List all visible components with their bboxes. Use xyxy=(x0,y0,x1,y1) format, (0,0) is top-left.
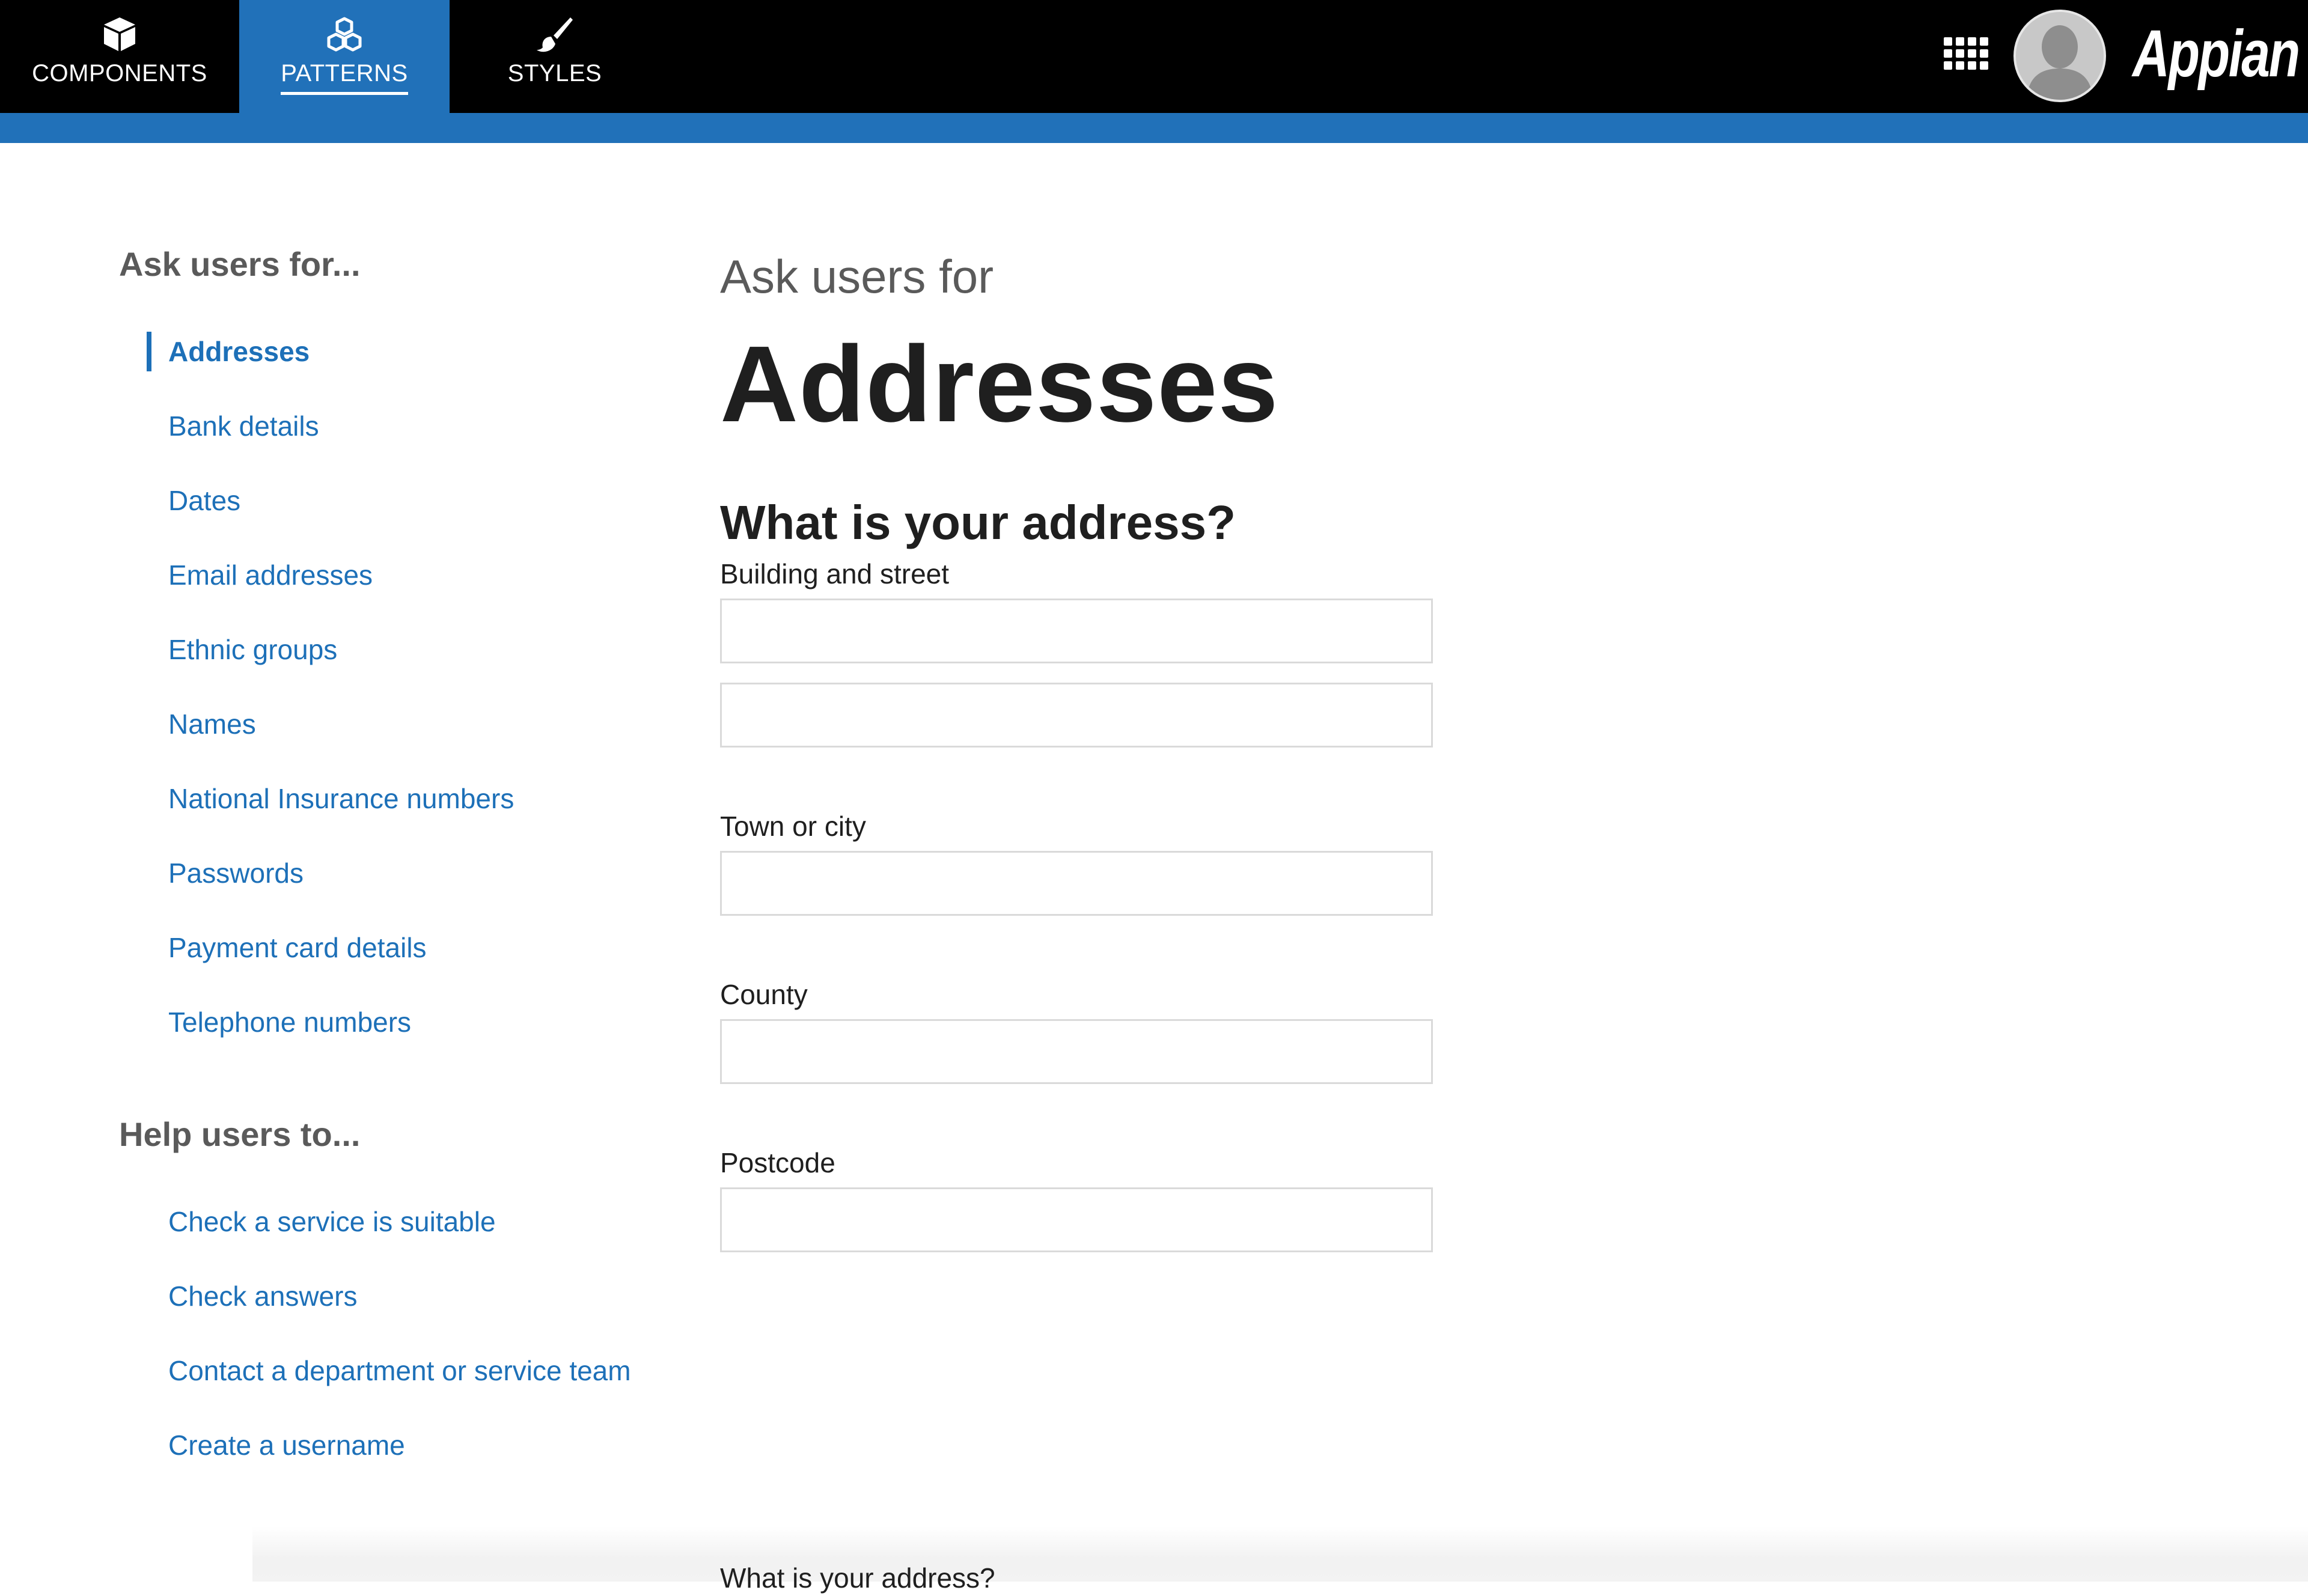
page-caption: Ask users for xyxy=(720,250,994,303)
tab-patterns-label: PATTERNS xyxy=(281,60,408,95)
accent-strip xyxy=(0,113,2308,143)
sidebar-item-national-insurance-numbers[interactable]: National Insurance numbers xyxy=(119,778,672,852)
tab-components[interactable]: COMPONENTS xyxy=(0,0,239,113)
sidebar-item-passwords[interactable]: Passwords xyxy=(119,852,672,927)
sidebar-item-create-username[interactable]: Create a username xyxy=(119,1424,672,1499)
address-question-heading: What is your address? xyxy=(720,496,1236,549)
sidebar-ask-list: Addresses Bank details Dates Email addre… xyxy=(119,330,672,1076)
sidebar-item-ethnic-groups[interactable]: Ethnic groups xyxy=(119,629,672,703)
sidebar-item-contact-department[interactable]: Contact a department or service team xyxy=(119,1350,672,1424)
postcode-input[interactable] xyxy=(720,1187,1433,1252)
sidebar-item-dates[interactable]: Dates xyxy=(119,480,672,554)
town-city-input[interactable] xyxy=(720,851,1433,916)
sidebar-help-list: Check a service is suitable Check answer… xyxy=(119,1201,672,1499)
code-preview-peek-text: What is your address? xyxy=(720,1562,995,1594)
sidebar-item-telephone-numbers[interactable]: Telephone numbers xyxy=(119,1001,672,1076)
cubes-icon xyxy=(323,13,365,55)
sidebar-item-payment-card-details[interactable]: Payment card details xyxy=(119,927,672,1001)
page-title: Addresses xyxy=(720,324,1279,445)
top-navigation-bar: COMPONENTS PATTERNS STYLES Appian xyxy=(0,0,2308,113)
tab-patterns[interactable]: PATTERNS xyxy=(239,0,450,113)
building-street-label: Building and street xyxy=(720,558,950,589)
postcode-label: Postcode xyxy=(720,1147,835,1178)
sidebar-item-check-answers[interactable]: Check answers xyxy=(119,1275,672,1350)
building-street-line1-input[interactable] xyxy=(720,598,1433,663)
tab-styles[interactable]: STYLES xyxy=(450,0,660,113)
sidebar-heading-ask: Ask users for... xyxy=(119,245,361,283)
paintbrush-icon xyxy=(534,13,576,55)
sidebar-item-addresses[interactable]: Addresses xyxy=(119,330,672,405)
county-label: County xyxy=(720,979,808,1010)
main-content: Ask users for Addresses What is your add… xyxy=(720,240,2163,1252)
cube-icon xyxy=(99,13,141,55)
sidebar-heading-help: Help users to... xyxy=(119,1115,361,1153)
building-street-line2-input[interactable] xyxy=(720,683,1433,748)
sidebar-item-check-service-suitable[interactable]: Check a service is suitable xyxy=(119,1201,672,1275)
sidebar-item-email-addresses[interactable]: Email addresses xyxy=(119,554,672,629)
county-input[interactable] xyxy=(720,1019,1433,1084)
brand-logo: Appian xyxy=(2132,17,2300,91)
sidebar-item-bank-details[interactable]: Bank details xyxy=(119,405,672,480)
user-avatar-icon[interactable] xyxy=(2013,10,2106,102)
apps-grid-icon[interactable] xyxy=(1944,37,1988,73)
town-city-label: Town or city xyxy=(720,811,866,842)
tab-components-label: COMPONENTS xyxy=(32,60,207,87)
bottom-fade-overlay xyxy=(252,1526,2308,1582)
tab-styles-label: STYLES xyxy=(507,60,602,87)
sidebar-item-names[interactable]: Names xyxy=(119,703,672,778)
sidebar: Ask users for... Addresses Bank details … xyxy=(119,240,672,1499)
